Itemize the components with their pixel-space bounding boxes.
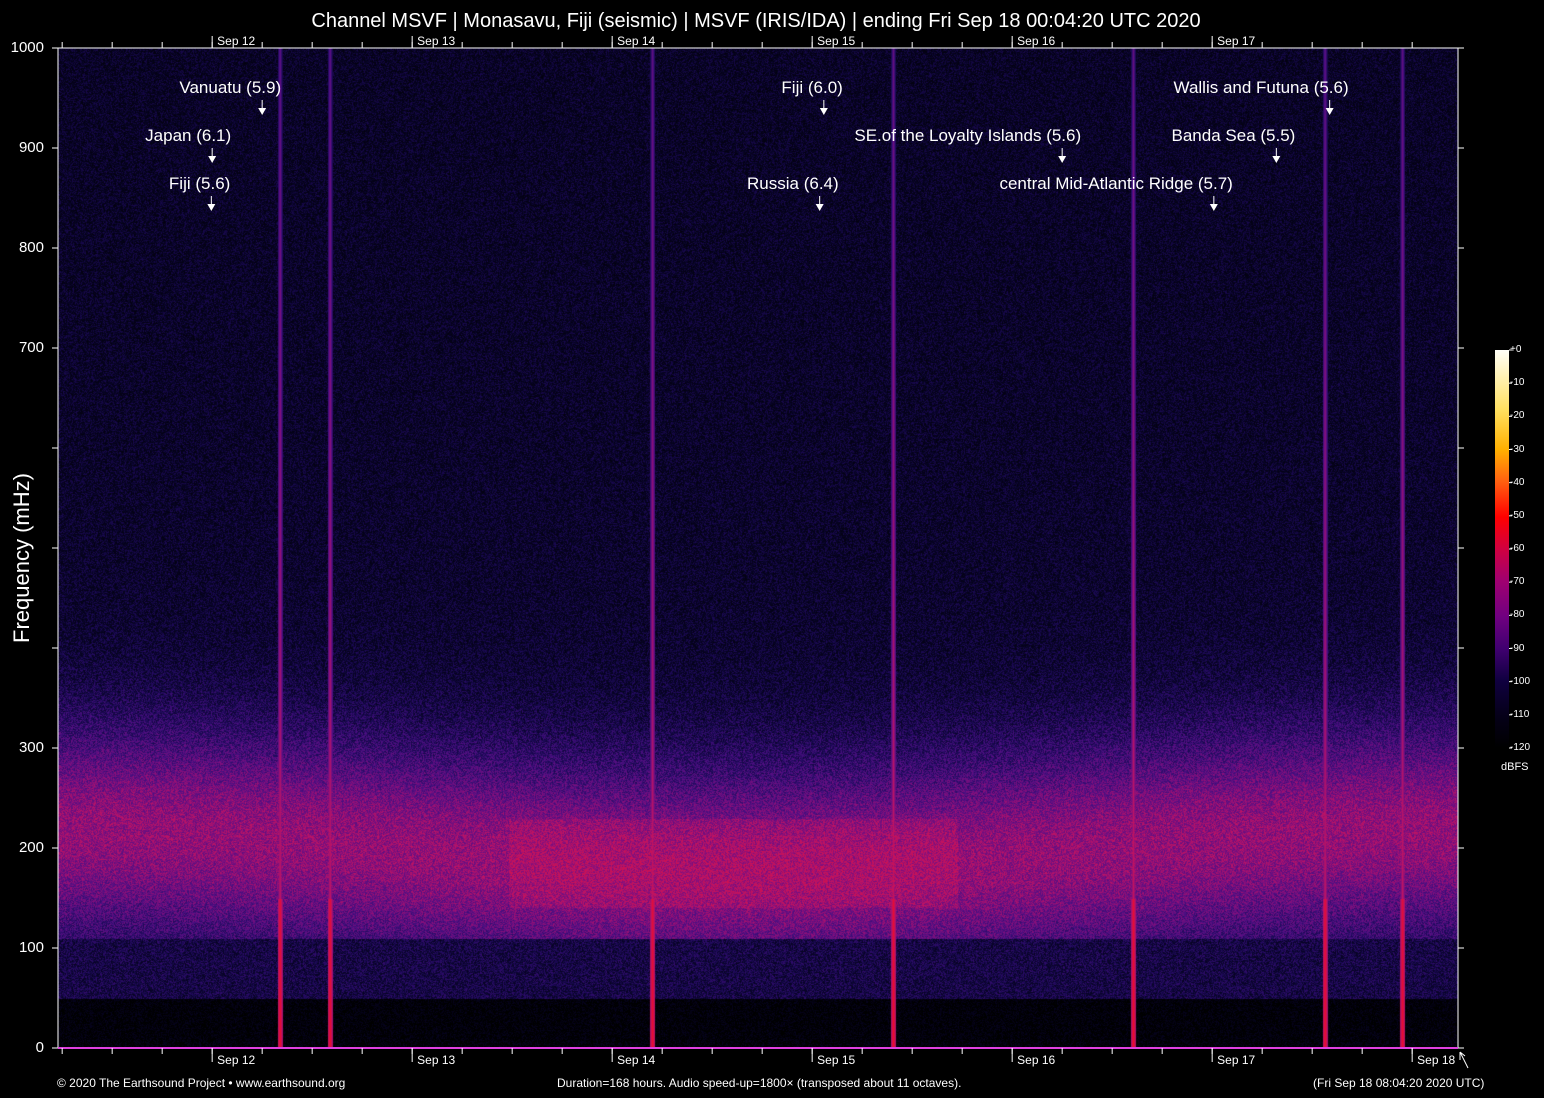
colorbar-tick-label: -100 [1510,676,1530,687]
colorbar [1495,350,1509,748]
y-tick-label: 200 [0,839,44,856]
x-tick-label: Sep 12 [217,1053,255,1067]
y-tick-label: 1000 [0,39,44,56]
event-label: Japan (6.1) [145,126,231,146]
colorbar-tick-label: -90 [1510,643,1524,654]
colorbar-tick-label: -10 [1510,377,1524,388]
event-arrow-icon [208,156,216,163]
cursor-arrow-icon [1460,1052,1468,1068]
y-tick-label: 100 [0,939,44,956]
event-label: Fiji (5.6) [169,174,230,194]
x-tick-label-top: Sep 12 [217,34,255,48]
event-arrow-icon [1272,156,1280,163]
x-tick-label-top: Sep 13 [417,34,455,48]
colorbar-tick-label: -110 [1510,709,1529,720]
colorbar-tick-label: -120 [1510,742,1530,753]
plot-frame [58,48,1458,1048]
y-tick-label: 0 [0,1039,44,1056]
colorbar-tick-label: -80 [1510,609,1524,620]
event-arrow-icon [1326,108,1334,115]
x-tick-label-top: Sep 15 [817,34,855,48]
colorbar-tick-label: -70 [1510,576,1524,587]
local-time: (Fri Sep 18 08:04:20 2020 UTC) [1313,1076,1484,1090]
colorbar-tick-label: -20 [1510,410,1524,421]
y-tick-label: 700 [0,339,44,356]
colorbar-tick-label: -40 [1510,477,1524,488]
y-tick-label: 800 [0,239,44,256]
x-tick-label: Sep 17 [1217,1053,1255,1067]
y-tick-label: 300 [0,739,44,756]
x-tick-label-top: Sep 14 [617,34,655,48]
duration-info: Duration=168 hours. Audio speed-up=1800×… [557,1076,961,1090]
x-tick-label: Sep 18 [1417,1053,1455,1067]
event-label: Vanuatu (5.9) [179,78,281,98]
event-arrow-icon [1210,204,1218,211]
x-tick-label: Sep 13 [417,1053,455,1067]
axes-overlay [0,0,1544,1098]
colorbar-unit: dBFS [1501,761,1529,773]
colorbar-tick-label: -50 [1510,510,1524,521]
event-arrow-icon [820,108,828,115]
event-label: Russia (6.4) [747,174,839,194]
event-label: SE.of the Loyalty Islands (5.6) [854,126,1081,146]
y-tick-label: 900 [0,139,44,156]
event-label: Banda Sea (5.5) [1172,126,1296,146]
event-arrow-icon [1058,156,1066,163]
event-label: Fiji (6.0) [781,78,842,98]
event-arrow-icon [207,204,215,211]
event-label: central Mid-Atlantic Ridge (5.7) [999,174,1232,194]
y-axis-title: Frequency (mHz) [9,468,35,648]
event-label: Wallis and Futuna (5.6) [1174,78,1349,98]
x-tick-label: Sep 14 [617,1053,655,1067]
x-tick-label-top: Sep 16 [1017,34,1055,48]
event-arrow-icon [816,204,824,211]
x-tick-label-top: Sep 17 [1217,34,1255,48]
colorbar-tick-label: -60 [1510,543,1524,554]
colorbar-tick-label: -30 [1510,444,1524,455]
event-arrow-icon [258,108,266,115]
copyright: © 2020 The Earthsound Project • www.eart… [57,1076,345,1090]
x-tick-label: Sep 16 [1017,1053,1055,1067]
x-tick-label: Sep 15 [817,1053,855,1067]
colorbar-tick-label: +0 [1510,344,1521,355]
